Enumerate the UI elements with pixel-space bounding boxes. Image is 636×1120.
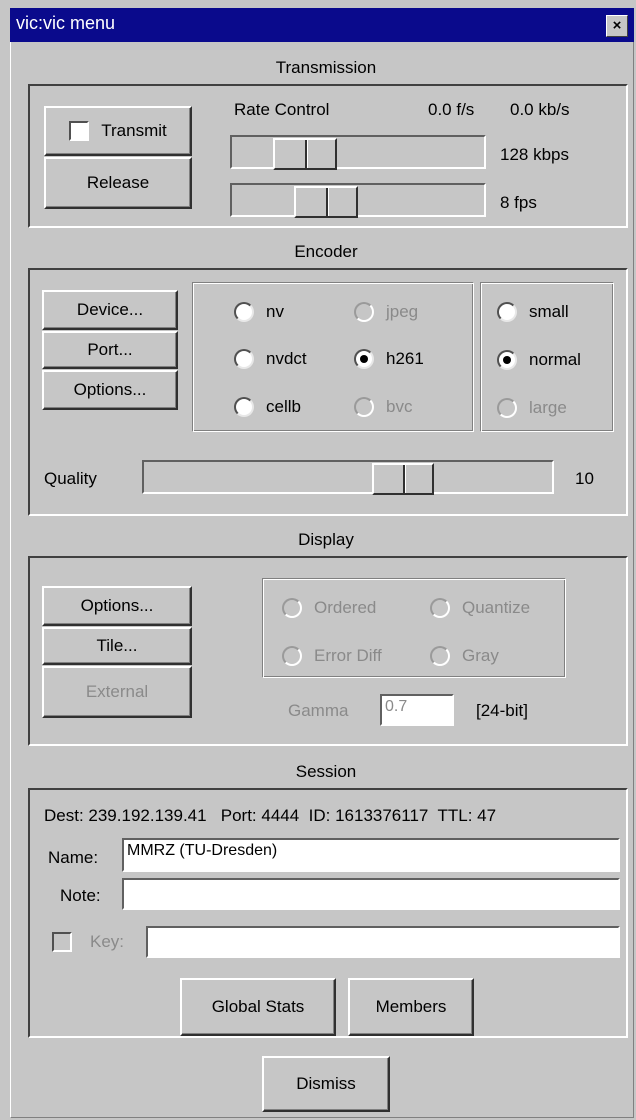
session-info-line: Dest: 239.192.139.41 Port: 4444 ID: 1613… [44, 806, 497, 825]
transmit-button[interactable]: Transmit [44, 106, 192, 156]
format-jpeg-label: jpeg [386, 302, 419, 321]
quality-label: Quality [44, 469, 97, 488]
dither-quantize-radio[interactable] [430, 598, 450, 618]
size-small-label: small [529, 302, 569, 321]
format-bvc-label: bvc [386, 397, 413, 416]
quality-slider[interactable] [142, 460, 554, 495]
name-input[interactable]: MMRZ (TU-Dresden) [122, 838, 620, 872]
radio-selected-dot [503, 356, 511, 364]
bandwidth-slider[interactable] [230, 135, 486, 170]
format-nv-label: nv [266, 302, 284, 321]
tile-button[interactable]: Tile... [42, 627, 192, 665]
title-bar: vic:vic menu × [10, 8, 634, 42]
dither-quantize-label: Quantize [462, 598, 531, 617]
frame-rate-readout: 0.0 f/s [428, 100, 475, 119]
size-normal-radio[interactable] [497, 350, 517, 370]
release-button[interactable]: Release [44, 157, 192, 209]
format-h261-label: h261 [386, 349, 424, 368]
quality-slider-thumb[interactable] [372, 463, 434, 495]
dither-ordered-radio[interactable] [282, 598, 302, 618]
gamma-label: Gamma [288, 701, 349, 720]
dither-ordered-label: Ordered [314, 598, 377, 617]
bandwidth-slider-thumb[interactable] [273, 138, 337, 170]
size-small-radio[interactable] [497, 302, 517, 322]
display-options-button[interactable]: Options... [42, 586, 192, 626]
key-input[interactable] [146, 926, 620, 958]
window-title: vic:vic menu [16, 13, 116, 33]
radio-selected-dot [360, 355, 368, 363]
members-button[interactable]: Members [348, 978, 474, 1036]
dither-gray-radio[interactable] [430, 646, 450, 666]
gamma-input[interactable]: 0.7 [380, 694, 454, 726]
transmit-checkbox[interactable] [69, 121, 90, 141]
external-button[interactable]: External [42, 666, 192, 718]
dither-error-diff-label: Error Diff [314, 646, 382, 665]
dither-group [262, 578, 566, 678]
format-cellb-label: cellb [266, 397, 301, 416]
format-nvdct-radio[interactable] [234, 349, 254, 369]
close-icon[interactable]: × [606, 15, 628, 37]
global-stats-button[interactable]: Global Stats [180, 978, 336, 1036]
device-button[interactable]: Device... [42, 290, 178, 330]
session-title: Session [295, 762, 357, 781]
fps-label: 8 fps [500, 193, 537, 212]
display-title: Display [298, 530, 354, 549]
format-bvc-radio[interactable] [354, 397, 374, 417]
port-button[interactable]: Port... [42, 331, 178, 369]
size-normal-label: normal [529, 350, 581, 369]
quality-value: 10 [575, 469, 594, 488]
format-cellb-radio[interactable] [234, 397, 254, 417]
fps-slider-thumb[interactable] [294, 186, 358, 218]
note-label: Note: [60, 886, 101, 905]
size-large-label: large [529, 398, 567, 417]
dither-error-diff-radio[interactable] [282, 646, 302, 666]
transmit-label: Transmit [101, 121, 167, 140]
bandwidth-label: 128 kbps [500, 145, 569, 164]
name-label: Name: [48, 848, 99, 867]
key-checkbox[interactable] [52, 932, 72, 952]
format-nv-radio[interactable] [234, 302, 254, 322]
dither-gray-label: Gray [462, 646, 499, 665]
fps-slider[interactable] [230, 183, 486, 218]
encoder-options-button[interactable]: Options... [42, 370, 178, 410]
size-large-radio[interactable] [497, 398, 517, 418]
format-h261-radio[interactable] [354, 349, 374, 369]
note-input[interactable] [122, 878, 620, 910]
transmission-title: Transmission [275, 58, 377, 77]
key-label: Key: [90, 932, 125, 951]
dismiss-button[interactable]: Dismiss [262, 1056, 390, 1112]
depth-label: [24-bit] [476, 701, 528, 720]
format-nvdct-label: nvdct [266, 349, 307, 368]
format-jpeg-radio[interactable] [354, 302, 374, 322]
encoder-title: Encoder [294, 242, 358, 261]
rate-control-label: Rate Control [234, 100, 330, 119]
bit-rate-readout: 0.0 kb/s [510, 100, 570, 119]
